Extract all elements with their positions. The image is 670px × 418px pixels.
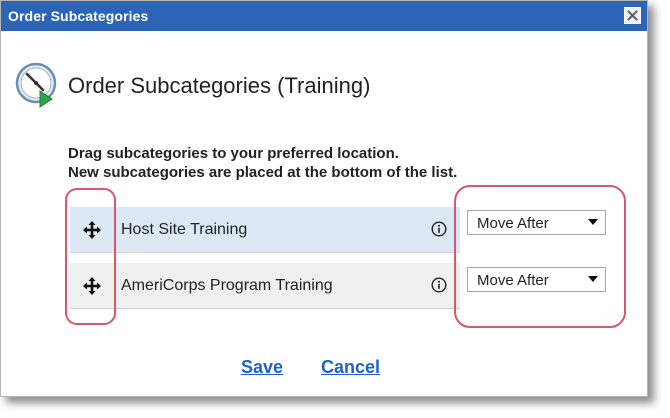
instructions-line-1: Drag subcategories to your preferred loc… xyxy=(68,145,399,162)
instructions-text: Drag subcategories to your preferred loc… xyxy=(68,144,457,182)
cancel-button[interactable]: Cancel xyxy=(321,357,380,378)
select-value: Move After xyxy=(477,215,549,232)
select-value: Move After xyxy=(477,272,549,289)
clock-play-icon xyxy=(14,61,62,114)
info-icon[interactable] xyxy=(431,277,447,293)
page-title: Order Subcategories (Training) xyxy=(68,73,371,98)
save-button[interactable]: Save xyxy=(241,357,283,378)
window-title: Order Subcategories xyxy=(8,8,149,24)
chevron-down-icon xyxy=(588,219,598,225)
info-icon[interactable] xyxy=(431,221,447,237)
move-after-select[interactable]: Move After xyxy=(467,267,606,292)
row-label: AmeriCorps Program Training xyxy=(121,277,333,294)
list-item[interactable]: Host Site Training xyxy=(70,207,460,253)
chevron-down-icon xyxy=(588,276,598,282)
row-label: Host Site Training xyxy=(121,221,248,238)
move-selects-highlight xyxy=(454,185,626,328)
list-item[interactable]: AmeriCorps Program Training xyxy=(70,263,460,309)
move-icon[interactable] xyxy=(82,276,102,296)
move-icon[interactable] xyxy=(82,220,102,240)
instructions-line-2: New subcategories are placed at the bott… xyxy=(68,164,458,181)
dialog-titlebar: Order Subcategories xyxy=(1,1,647,31)
close-icon xyxy=(627,10,638,21)
move-after-select[interactable]: Move After xyxy=(467,210,606,235)
close-button[interactable] xyxy=(624,7,641,24)
order-subcategories-dialog: Order Subcategories Order Subcategories … xyxy=(0,0,648,397)
